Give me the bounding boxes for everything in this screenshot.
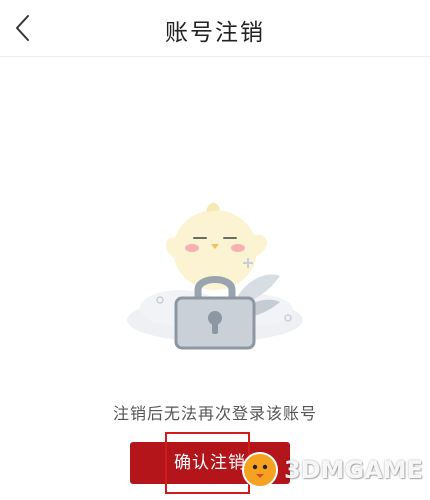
chick-on-lock-illustration [127, 202, 303, 350]
highlight-box [165, 432, 250, 494]
account-cancel-screen: 账号注销 注销后无法再次登录该账号 确认注销 3DMGAME [0, 0, 430, 500]
page-title: 账号注销 [165, 20, 265, 46]
cancel-warning-text: 注销后无法再次登录该账号 [112, 404, 317, 423]
chick-logo-icon [242, 452, 278, 488]
top-bar: 账号注销 [0, 0, 430, 57]
watermark: 3DMGAME [240, 448, 423, 492]
watermark-text: 3DMGAME [284, 456, 424, 484]
